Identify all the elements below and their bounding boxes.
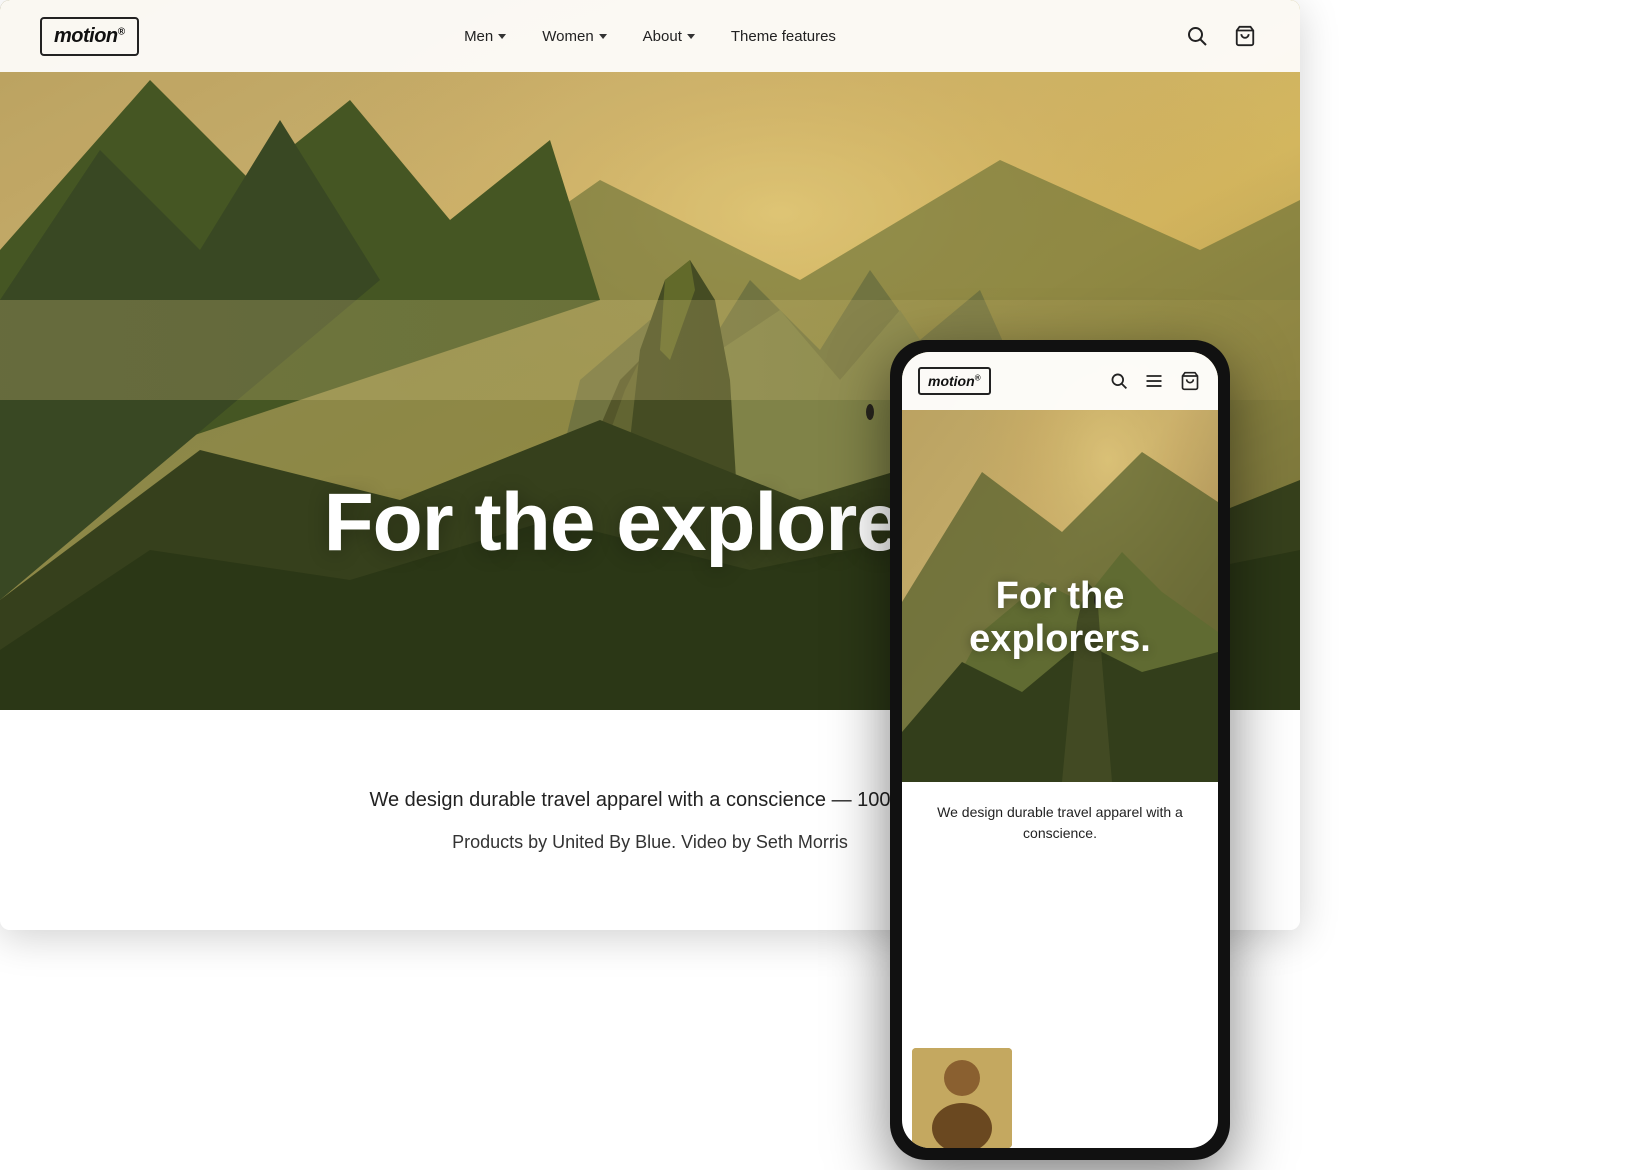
- nav-item-women[interactable]: Women: [542, 28, 606, 45]
- nav-item-theme-features[interactable]: Theme features: [731, 28, 836, 45]
- mobile-nav-icons: [1108, 369, 1202, 393]
- chevron-down-icon: [599, 34, 607, 39]
- subtext-primary: We design durable travel apparel with a …: [369, 785, 930, 815]
- cart-button[interactable]: [1230, 21, 1260, 51]
- mobile-search-button[interactable]: [1108, 370, 1130, 392]
- mobile-screen: For the explorers. motion®: [902, 352, 1218, 1148]
- mobile-logo[interactable]: motion®: [918, 367, 991, 395]
- mobile-subtext-text: We design durable travel apparel with a …: [922, 802, 1198, 844]
- nav-link-women[interactable]: Women: [542, 28, 606, 45]
- chevron-down-icon: [687, 34, 695, 39]
- search-icon: [1186, 25, 1208, 47]
- mobile-subtext: We design durable travel apparel with a …: [902, 782, 1218, 864]
- nav-item-about[interactable]: About: [643, 28, 695, 45]
- mobile-cart-button[interactable]: [1178, 369, 1202, 393]
- mobile-device: For the explorers. motion®: [890, 340, 1230, 1160]
- hamburger-icon: [1144, 371, 1164, 391]
- mobile-menu-button[interactable]: [1142, 369, 1166, 393]
- chevron-down-icon: [498, 34, 506, 39]
- desktop-nav-icons: [1182, 21, 1260, 51]
- cart-icon: [1180, 371, 1200, 391]
- nav-link-about[interactable]: About: [643, 28, 695, 45]
- subtext-secondary: Products by United By Blue. Video by Set…: [452, 829, 848, 856]
- desktop-navigation: motion® Men Women About: [0, 0, 1300, 72]
- nav-link-theme-features[interactable]: Theme features: [731, 28, 836, 45]
- desktop-nav-links: Men Women About Theme features: [464, 28, 836, 45]
- mobile-person-image: [912, 1048, 1012, 1148]
- cart-icon: [1234, 25, 1256, 47]
- nav-item-men[interactable]: Men: [464, 28, 506, 45]
- mobile-hero-title: For the explorers.: [902, 575, 1218, 662]
- desktop-logo[interactable]: motion®: [40, 17, 139, 56]
- nav-link-men[interactable]: Men: [464, 28, 506, 45]
- mobile-navigation: motion®: [902, 352, 1218, 410]
- search-button[interactable]: [1182, 21, 1212, 51]
- mobile-hero: For the explorers.: [902, 352, 1218, 782]
- search-icon: [1110, 372, 1128, 390]
